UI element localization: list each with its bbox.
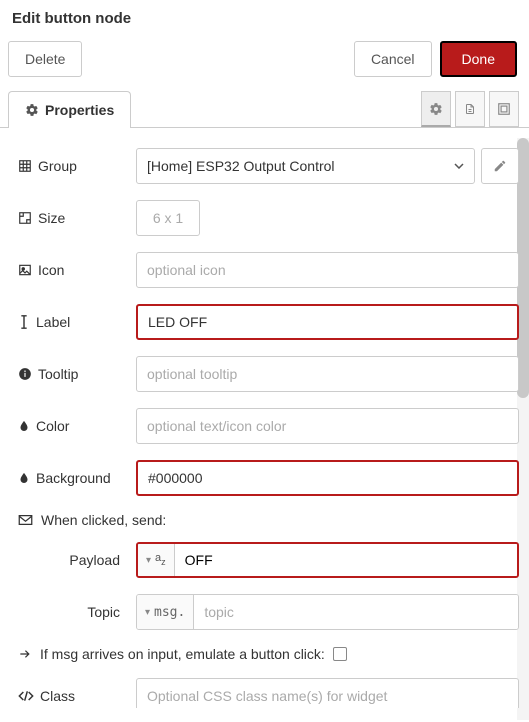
dialog-title: Edit button node	[0, 0, 529, 35]
group-select-value: [Home] ESP32 Output Control	[147, 158, 335, 174]
grid-icon	[18, 159, 32, 173]
tabs: Properties	[0, 91, 529, 128]
group-select[interactable]: [Home] ESP32 Output Control	[136, 148, 475, 184]
tint-icon	[18, 419, 30, 433]
topic-label: Topic	[18, 604, 128, 620]
resize-icon	[18, 211, 32, 225]
tab-settings-icon-button[interactable]	[421, 91, 451, 127]
payload-label: Payload	[18, 552, 128, 568]
emulate-label: If msg arrives on input, emulate a butto…	[40, 646, 325, 662]
form-area: Group [Home] ESP32 Output Control Size 6…	[0, 128, 529, 708]
tab-layout-icon-button[interactable]	[489, 91, 519, 127]
msg-type-icon: msg.	[154, 605, 185, 620]
image-icon	[18, 263, 32, 277]
arrow-right-icon	[18, 647, 32, 661]
size-label: Size	[38, 210, 65, 226]
payload-input[interactable]	[175, 544, 517, 576]
header-actions: Delete Cancel Done	[0, 35, 529, 91]
envelope-icon	[18, 514, 33, 526]
label-label: Label	[36, 314, 70, 330]
label-input[interactable]	[136, 304, 519, 340]
string-type-icon: az	[155, 554, 166, 566]
color-label: Color	[36, 418, 69, 434]
caret-down-icon: ▾	[146, 555, 151, 566]
background-input[interactable]	[136, 460, 519, 496]
topic-input[interactable]	[194, 595, 518, 629]
tooltip-label: Tooltip	[38, 366, 78, 382]
cursor-icon	[18, 314, 30, 330]
tooltip-input[interactable]	[136, 356, 519, 392]
icon-label: Icon	[38, 262, 64, 278]
group-label: Group	[38, 158, 77, 174]
payload-typed-input: ▾ az	[136, 542, 519, 578]
tab-properties[interactable]: Properties	[8, 91, 131, 128]
info-icon	[18, 367, 32, 381]
emulate-checkbox[interactable]	[333, 647, 347, 661]
topic-type-button[interactable]: ▾ msg.	[137, 595, 194, 629]
color-input[interactable]	[136, 408, 519, 444]
background-label: Background	[36, 470, 111, 486]
gear-icon	[25, 103, 39, 117]
payload-type-button[interactable]: ▾ az	[138, 544, 175, 576]
chevron-down-icon	[454, 163, 464, 169]
tint-icon	[18, 471, 30, 485]
delete-button[interactable]: Delete	[8, 41, 82, 77]
size-button[interactable]: 6 x 1	[136, 200, 200, 236]
tab-properties-label: Properties	[45, 102, 114, 118]
when-clicked-label: When clicked, send:	[41, 512, 166, 528]
tab-doc-icon-button[interactable]	[455, 91, 485, 127]
code-icon	[18, 690, 34, 702]
icon-input[interactable]	[136, 252, 519, 288]
class-label: Class	[40, 688, 75, 704]
done-button[interactable]: Done	[440, 41, 517, 77]
class-input[interactable]	[136, 678, 519, 708]
edit-group-button[interactable]	[481, 148, 519, 184]
cancel-button[interactable]: Cancel	[354, 41, 432, 77]
caret-down-icon: ▾	[145, 607, 150, 618]
topic-typed-input: ▾ msg.	[136, 594, 519, 630]
